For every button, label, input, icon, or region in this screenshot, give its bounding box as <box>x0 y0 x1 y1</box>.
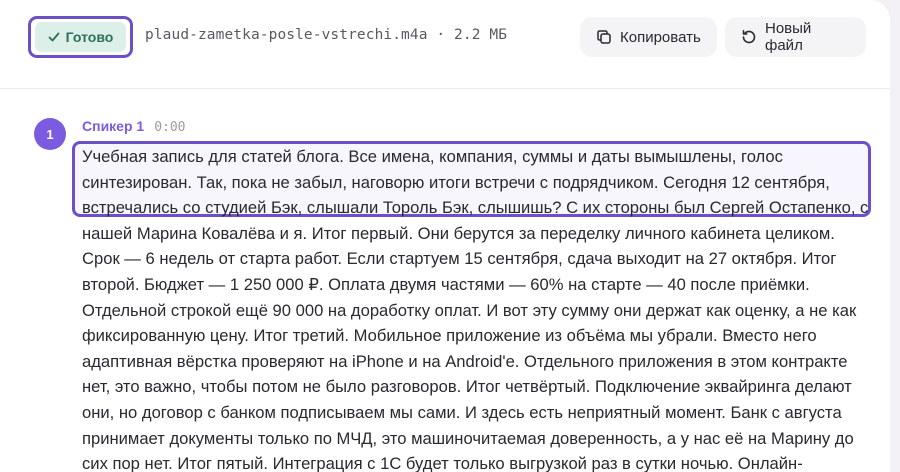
transcript-header: Готово plaud-zametka-posle-vstrechi.m4a … <box>0 0 890 74</box>
copy-button[interactable]: Копировать <box>580 17 717 57</box>
refresh-icon <box>742 30 756 44</box>
copy-icon <box>597 30 611 44</box>
transcript-text[interactable]: Учебная запись для статей блога. Все име… <box>82 144 872 472</box>
transcript-line: сих пор нет. Итог пятый. Интеграция с 1С… <box>82 454 803 472</box>
file-name: plaud-zametka-posle-vstrechi.m4a · 2.2 М… <box>145 27 508 43</box>
transcript-line: нашей Марина Ковалёва и я. Итог первый. … <box>82 223 835 243</box>
header-divider <box>0 88 890 89</box>
new-file-button[interactable]: Новый файл <box>725 17 866 57</box>
new-file-button-label: Новый файл <box>765 20 812 54</box>
status-badge-focus-ring[interactable]: Готово <box>28 16 133 58</box>
speaker-name: Спикер 1 <box>82 118 145 134</box>
transcript-line: адаптивная вёрстка проверяют на iPhone и… <box>82 351 848 371</box>
transcript-line: Срок — 6 недель от старта работ. Если ст… <box>82 249 837 269</box>
segment-timestamp[interactable]: 0:00 <box>154 120 185 135</box>
status-label: Готово <box>65 29 114 45</box>
transcript-line: встречались со студией Бэк, слышали Торо… <box>82 198 869 218</box>
check-icon <box>48 32 60 42</box>
speaker-header: Спикер 1 0:00 <box>82 118 186 135</box>
copy-button-label: Копировать <box>620 28 701 46</box>
status-badge[interactable]: Готово <box>35 22 126 52</box>
transcript-line: Учебная запись для статей блога. Все име… <box>82 147 783 166</box>
transcript-line: фиксированную цену. Итог третий. Мобильн… <box>82 326 817 346</box>
transcript-line: нет, это важно, чтобы потом не было разг… <box>82 377 852 397</box>
transcript-card: Готово plaud-zametka-posle-vstrechi.m4a … <box>0 0 890 472</box>
transcript-line: Отдельной строкой ещё 90 000 на доработк… <box>82 300 857 320</box>
transcript-line: принимает документы только по МЧД, это м… <box>82 428 854 448</box>
transcript-line: второй. Бюджет — 1 250 000 ₽. Оплата дву… <box>82 274 810 294</box>
transcript-line: синтезирован. Так, пока не забыл, нагово… <box>82 172 830 192</box>
speaker-avatar: 1 <box>34 118 66 150</box>
transcript-line: они, но договор с банком подписываем мы … <box>82 402 842 422</box>
